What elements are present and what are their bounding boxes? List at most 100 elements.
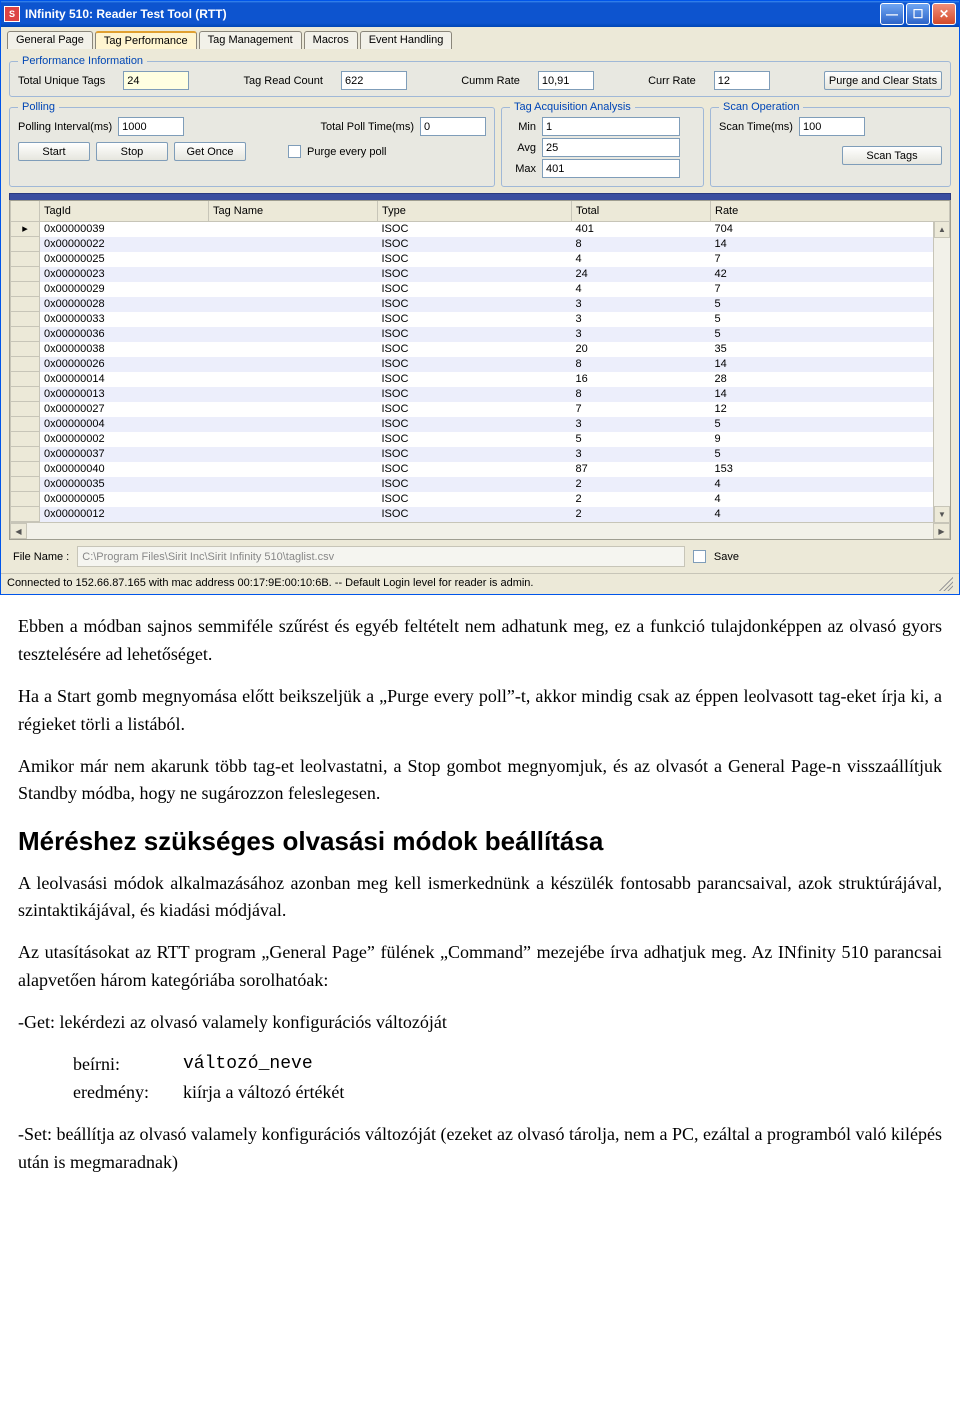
cell-rate[interactable]: 153 (711, 462, 950, 477)
cell-id[interactable]: 0x00000013 (40, 387, 209, 402)
scan-time-field[interactable] (799, 117, 865, 136)
cell-total[interactable]: 401 (572, 222, 711, 237)
cell-rate[interactable]: 704 (711, 222, 950, 237)
cell-type[interactable]: ISOC (378, 492, 572, 507)
tab-macros[interactable]: Macros (304, 31, 358, 49)
cell-type[interactable]: ISOC (378, 477, 572, 492)
cell-id[interactable]: 0x00000004 (40, 417, 209, 432)
col-tagname[interactable]: Tag Name (209, 201, 378, 222)
cell-rate[interactable]: 5 (711, 417, 950, 432)
maximize-button[interactable]: ☐ (906, 3, 930, 25)
cell-rate[interactable]: 7 (711, 252, 950, 267)
row-header-cell[interactable] (11, 447, 40, 462)
file-path-field[interactable] (77, 546, 685, 567)
cell-total[interactable]: 3 (572, 417, 711, 432)
cell-type[interactable]: ISOC (378, 342, 572, 357)
cell-name[interactable] (209, 507, 378, 522)
cell-type[interactable]: ISOC (378, 357, 572, 372)
cell-rate[interactable]: 4 (711, 507, 950, 522)
acq-min-field[interactable] (542, 117, 680, 136)
cell-name[interactable] (209, 237, 378, 252)
cell-type[interactable]: ISOC (378, 252, 572, 267)
table-row[interactable]: 0x00000004 ISOC35 (11, 417, 950, 432)
cell-rate[interactable]: 14 (711, 357, 950, 372)
row-header-cell[interactable] (11, 402, 40, 417)
vertical-scrollbar[interactable]: ▲ ▼ (933, 221, 950, 523)
table-row[interactable]: 0x00000036ISOC35 (11, 327, 950, 342)
cell-type[interactable]: ISOC (378, 507, 572, 522)
col-type[interactable]: Type (378, 201, 572, 222)
cell-id[interactable]: 0x00000014 (40, 372, 209, 387)
scroll-right-icon[interactable]: ▶ (933, 523, 950, 539)
cell-name[interactable] (209, 447, 378, 462)
row-header-cell[interactable] (11, 417, 40, 432)
cumm-rate-field[interactable] (538, 71, 594, 90)
cell-rate[interactable]: 35 (711, 342, 950, 357)
table-row[interactable]: 0x00000026ISOC814 (11, 357, 950, 372)
cell-type[interactable]: ISOC (378, 312, 572, 327)
row-header-cell[interactable] (11, 477, 40, 492)
tab-tag-management[interactable]: Tag Management (199, 31, 302, 49)
cell-total[interactable]: 2 (572, 477, 711, 492)
cell-total[interactable]: 2 (572, 492, 711, 507)
cell-rate[interactable]: 28 (711, 372, 950, 387)
cell-name[interactable] (209, 252, 378, 267)
cell-rate[interactable]: 9 (711, 432, 950, 447)
table-row[interactable]: 0x00000005 ISOC24 (11, 492, 950, 507)
cell-type[interactable]: ISOC (378, 462, 572, 477)
cell-id[interactable]: 0x00000023 (40, 267, 209, 282)
cell-total[interactable]: 3 (572, 327, 711, 342)
acq-avg-field[interactable] (542, 138, 680, 157)
cell-rate[interactable]: 4 (711, 477, 950, 492)
cell-id[interactable]: 0x00000005 (40, 492, 209, 507)
row-header-cell[interactable]: ▸ (11, 222, 40, 237)
table-row[interactable]: 0x00000033ISOC35 (11, 312, 950, 327)
stop-button[interactable]: Stop (96, 142, 168, 161)
table-row[interactable]: 0x00000022ISOC814 (11, 237, 950, 252)
cell-id[interactable]: 0x00000027 (40, 402, 209, 417)
table-row[interactable]: 0x00000023ISOC2442 (11, 267, 950, 282)
cell-total[interactable]: 7 (572, 402, 711, 417)
cell-type[interactable]: ISOC (378, 387, 572, 402)
cell-id[interactable]: 0x00000039 (40, 222, 209, 237)
cell-total[interactable]: 8 (572, 357, 711, 372)
cell-id[interactable]: 0x00000029 (40, 282, 209, 297)
cell-rate[interactable]: 42 (711, 267, 950, 282)
cell-name[interactable] (209, 267, 378, 282)
cell-type[interactable]: ISOC (378, 417, 572, 432)
cell-name[interactable] (209, 372, 378, 387)
titlebar[interactable]: S INfinity 510: Reader Test Tool (RTT) —… (1, 1, 959, 27)
cell-id[interactable]: 0x00000022 (40, 237, 209, 252)
row-header-cell[interactable] (11, 387, 40, 402)
row-header-col[interactable] (11, 201, 40, 222)
cell-name[interactable] (209, 417, 378, 432)
cell-type[interactable]: ISOC (378, 222, 572, 237)
cell-name[interactable] (209, 387, 378, 402)
table-row[interactable]: ▸0x00000039 ISOC401704 (11, 222, 950, 237)
scroll-left-icon[interactable]: ◀ (10, 523, 27, 539)
row-header-cell[interactable] (11, 492, 40, 507)
row-header-cell[interactable] (11, 297, 40, 312)
read-count-field[interactable] (341, 71, 407, 90)
table-row[interactable]: 0x00000029ISOC47 (11, 282, 950, 297)
curr-rate-field[interactable] (714, 71, 770, 90)
acq-max-field[interactable] (542, 159, 680, 178)
scroll-up-icon[interactable]: ▲ (934, 221, 950, 238)
cell-rate[interactable]: 5 (711, 312, 950, 327)
table-row[interactable]: 0x00000014ISOC1628 (11, 372, 950, 387)
row-header-cell[interactable] (11, 282, 40, 297)
cell-name[interactable] (209, 477, 378, 492)
table-row[interactable]: 0x00000035ISOC24 (11, 477, 950, 492)
cell-total[interactable]: 3 (572, 447, 711, 462)
col-tagid[interactable]: TagId (40, 201, 209, 222)
row-header-cell[interactable] (11, 507, 40, 522)
polling-interval-field[interactable] (118, 117, 184, 136)
cell-total[interactable]: 4 (572, 282, 711, 297)
cell-rate[interactable]: 4 (711, 492, 950, 507)
minimize-button[interactable]: — (880, 3, 904, 25)
cell-id[interactable]: 0x00000033 (40, 312, 209, 327)
table-row[interactable]: 0x00000012ISOC24 (11, 507, 950, 522)
table-row[interactable]: 0x00000002ISOC59 (11, 432, 950, 447)
table-row[interactable]: 0x00000040ISOC87153 (11, 462, 950, 477)
tab-general-page[interactable]: General Page (7, 31, 93, 49)
